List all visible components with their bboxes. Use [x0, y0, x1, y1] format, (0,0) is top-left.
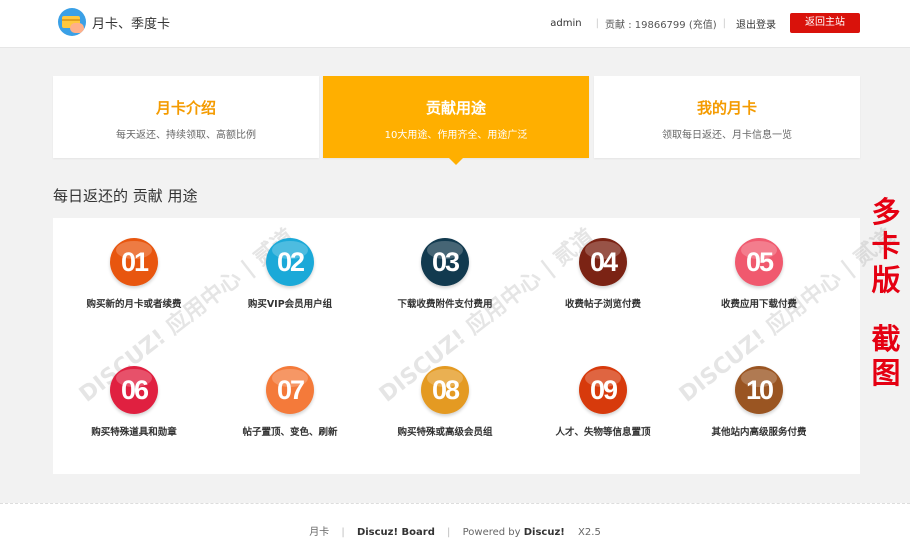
return-home-button[interactable]: 返回主站 [790, 13, 860, 33]
footer-link-board[interactable]: Discuz! Board [357, 527, 435, 538]
card-logo-icon[interactable] [58, 8, 86, 36]
username-link[interactable]: admin [550, 18, 581, 29]
tab-title: 月卡介绍 [155, 99, 216, 117]
tab-card-intro[interactable]: 月卡介绍 每天返还、持续领取、高额比例 [53, 76, 319, 158]
use-label: 收费应用下载付费 [720, 299, 797, 310]
use-label: 购买特殊道具和勋章 [91, 427, 177, 438]
tab-title: 贡献用途 [425, 99, 486, 117]
use-label: 帖子置顶、变色、刷新 [242, 427, 338, 438]
number-badge-icon: 07 [266, 366, 314, 414]
side-caption-char: 多 [871, 195, 901, 229]
divider: | [595, 17, 600, 29]
tab-subtitle: 每天返还、持续领取、高额比例 [116, 130, 256, 141]
number-badge-icon: 02 [266, 238, 314, 286]
section-title: 每日返还的 贡献 用途 [53, 187, 198, 205]
use-item[interactable]: 07 帖子置顶、变色、刷新 [210, 366, 370, 438]
divider: | [341, 527, 345, 538]
use-label: 人才、失物等信息置顶 [555, 427, 651, 438]
app-title: 月卡、季度卡 [92, 17, 171, 32]
number-badge-icon: 04 [579, 238, 627, 286]
tab-subtitle: 领取每日返还、月卡信息一览 [662, 130, 792, 141]
divider: | [447, 527, 451, 538]
number-badge-icon: 01 [110, 238, 158, 286]
use-item[interactable]: 01 购买新的月卡或者续费 [54, 238, 214, 310]
tab-contribution-uses[interactable]: 贡献用途 10大用途、作用齐全、用途广泛 [323, 76, 589, 165]
side-caption-char: 图 [871, 356, 901, 390]
side-caption: 多 卡 版 截 图 [866, 195, 906, 390]
powered-by-text: Powered by [462, 527, 524, 538]
version-text: X2.5 [578, 527, 601, 538]
contribution-info: 贡献 : 19866799 (充值) [605, 19, 717, 31]
number-badge-icon: 09 [579, 366, 627, 414]
side-caption-char: 版 [871, 263, 901, 297]
use-item[interactable]: 03 下载收费附件支付费用 [365, 238, 525, 310]
use-label: 购买新的月卡或者续费 [86, 299, 182, 310]
use-item[interactable]: 09 人才、失物等信息置顶 [523, 366, 683, 438]
active-tab-pointer [449, 158, 463, 165]
top-bar: 月卡、季度卡 admin | 贡献 : 19866799 (充值) | 退出登录… [0, 0, 910, 48]
use-item[interactable]: 10 其他站内高级服务付费 [679, 366, 839, 438]
side-caption-char: 截 [871, 322, 901, 356]
powered-by-brand-link[interactable]: Discuz! [524, 527, 565, 538]
tab-my-card[interactable]: 我的月卡 领取每日返还、月卡信息一览 [594, 76, 860, 158]
tab-bar: 月卡介绍 每天返还、持续领取、高额比例 贡献用途 10大用途、作用齐全、用途广泛… [53, 76, 860, 165]
use-label: 购买VIP会员用户组 [247, 299, 333, 310]
number-badge-icon: 08 [421, 366, 469, 414]
use-item[interactable]: 02 购买VIP会员用户组 [210, 238, 370, 310]
use-label: 其他站内高级服务付费 [711, 427, 807, 438]
number-badge-icon: 05 [735, 238, 783, 286]
logout-link[interactable]: 退出登录 [736, 16, 776, 31]
divider: | [722, 17, 726, 29]
uses-panel: DISCUZ! 应用中心 | 贰道 DISCUZ! 应用中心 | 贰道 DISC… [53, 218, 899, 474]
use-label: 收费帖子浏览付费 [564, 299, 641, 310]
use-item[interactable]: 08 购买特殊或高级会员组 [365, 366, 525, 438]
use-item[interactable]: 06 购买特殊道具和勋章 [54, 366, 214, 438]
use-item[interactable]: 05 收费应用下载付费 [679, 238, 839, 310]
footer-link-card[interactable]: 月卡 [309, 527, 329, 538]
side-caption-char: 卡 [871, 229, 901, 263]
user-nav: admin | 贡献 : 19866799 (充值) | 退出登录 返回主站 [550, 12, 860, 34]
tab-subtitle: 10大用途、作用齐全、用途广泛 [384, 130, 528, 141]
number-badge-icon: 03 [421, 238, 469, 286]
use-label: 下载收费附件支付费用 [397, 299, 493, 310]
footer: 月卡 | Discuz! Board | Powered by Discuz! … [0, 503, 910, 550]
use-item[interactable]: 04 收费帖子浏览付费 [523, 238, 683, 310]
use-label: 购买特殊或高级会员组 [397, 427, 493, 438]
tab-title: 我的月卡 [696, 99, 757, 117]
number-badge-icon: 06 [110, 366, 158, 414]
number-badge-icon: 10 [735, 366, 783, 414]
